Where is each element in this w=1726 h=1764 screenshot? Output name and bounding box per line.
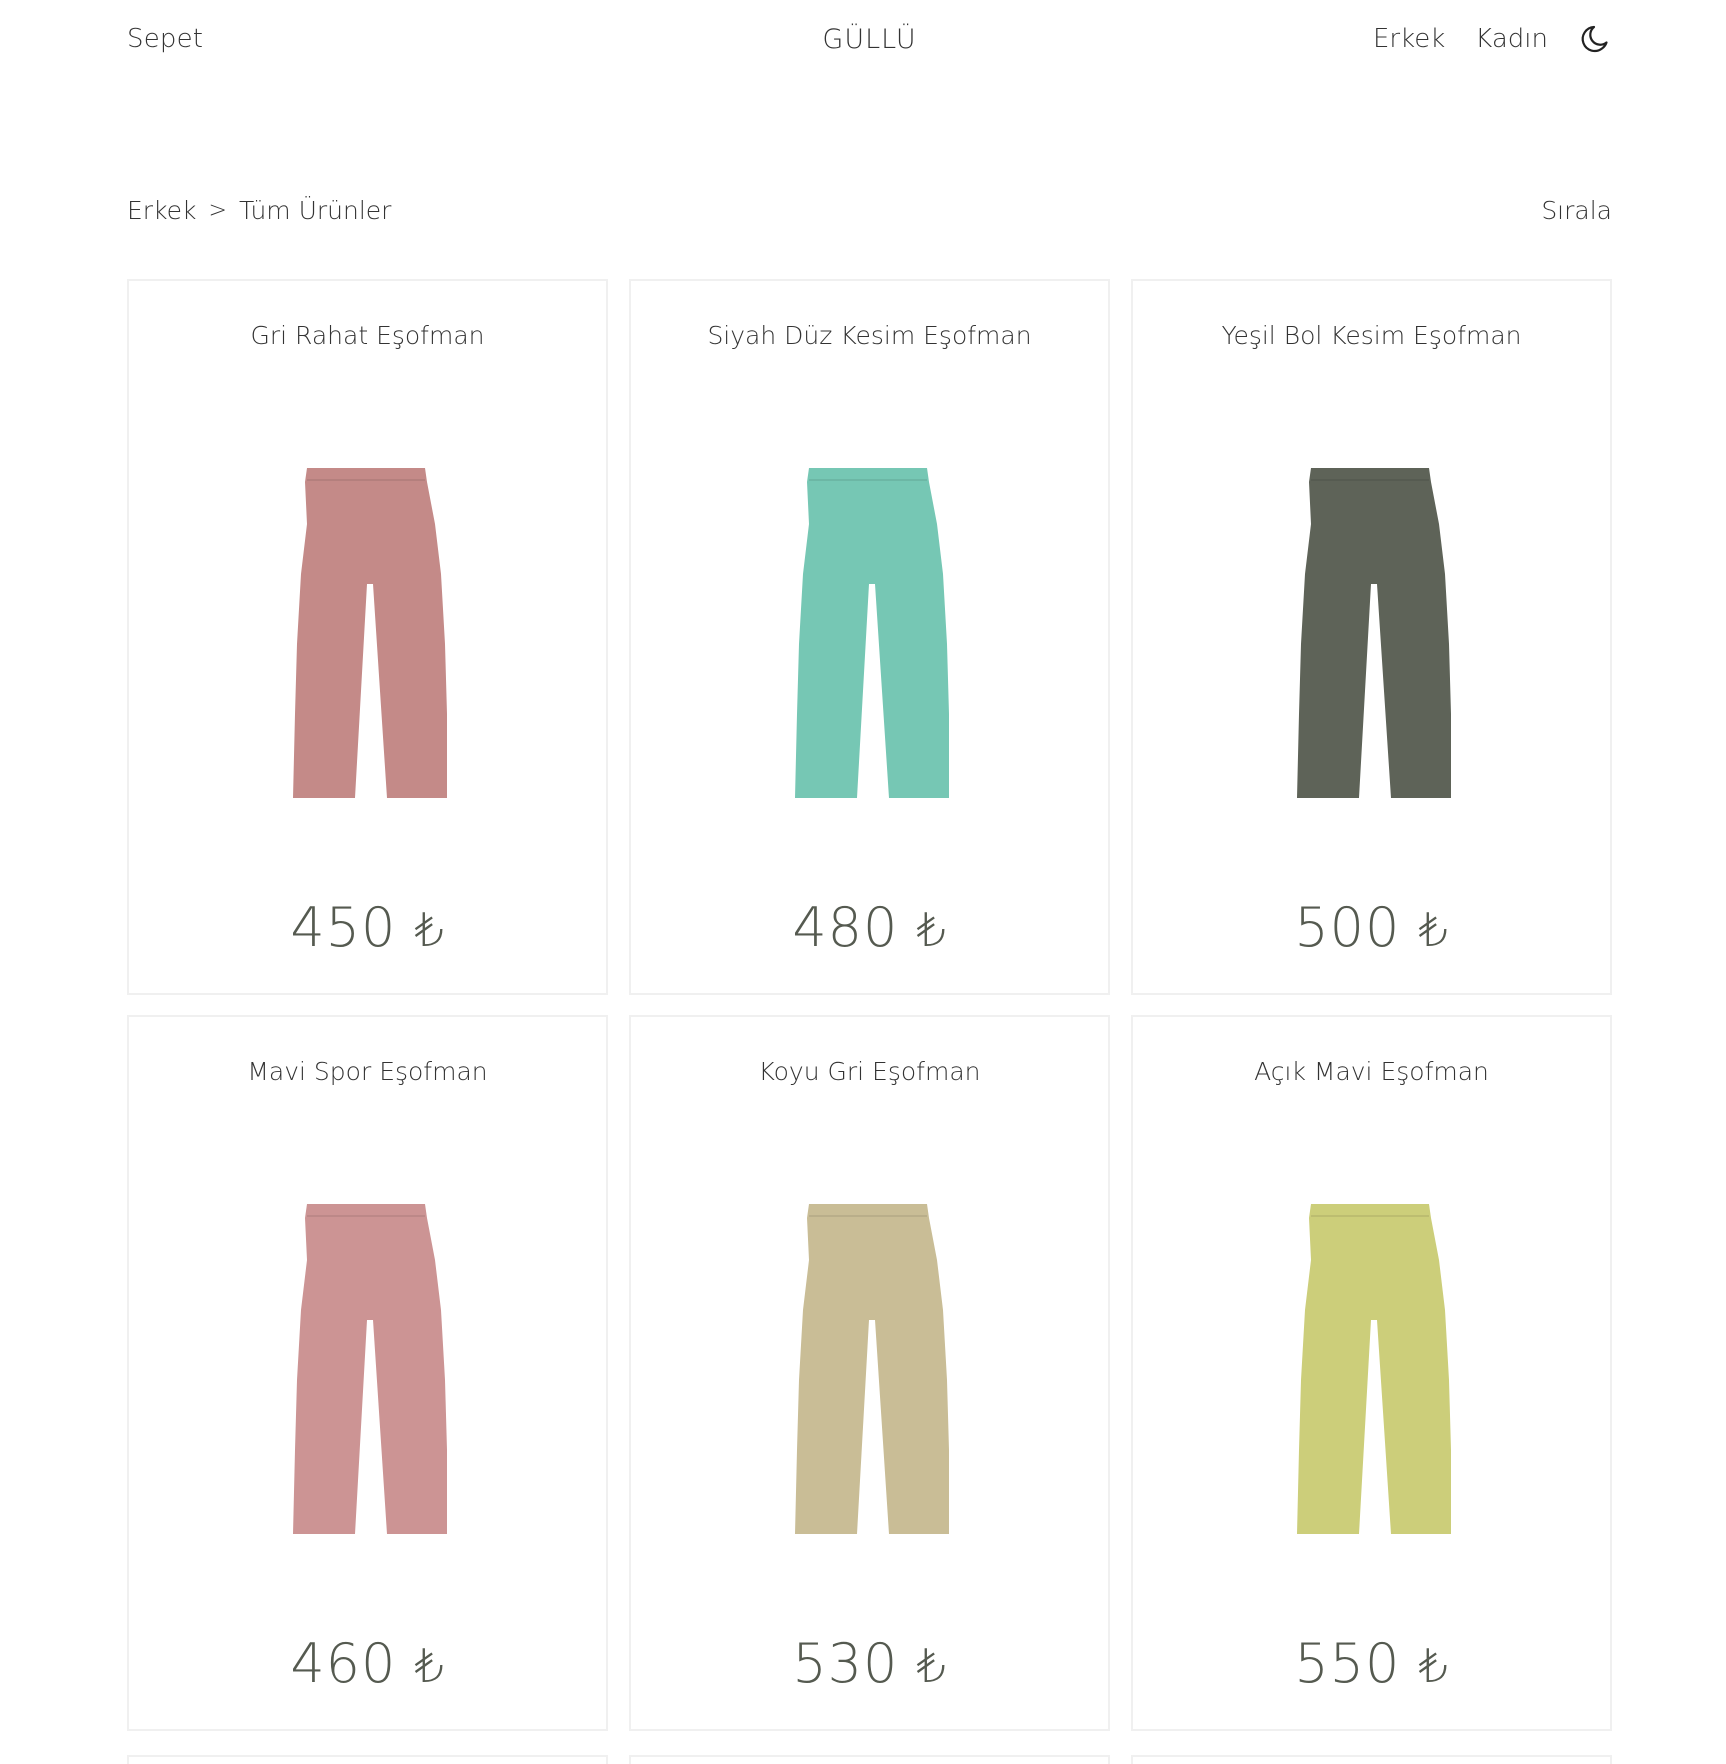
- product-price: 500 ₺: [1133, 896, 1610, 959]
- product-name[interactable]: Siyah Düz Kesim Eşofman: [631, 321, 1108, 350]
- breadcrumb: Erkek > Tüm Ürünler: [127, 196, 391, 225]
- product-image[interactable]: [1133, 464, 1610, 800]
- currency-symbol: ₺: [414, 903, 445, 957]
- product-name[interactable]: Koyu Gri Eşofman: [631, 1057, 1108, 1086]
- price-value: 460: [290, 1632, 397, 1695]
- breadcrumb-item-men[interactable]: Erkek: [127, 196, 197, 225]
- page: Sepet GÜLLÜ Erkek Kadın Erkek > Tüm Ürün…: [0, 0, 1726, 1764]
- product-card-partial[interactable]: [127, 1755, 608, 1764]
- product-price: 450 ₺: [129, 896, 606, 959]
- currency-symbol: ₺: [916, 903, 947, 957]
- currency-symbol: ₺: [414, 1639, 445, 1693]
- breadcrumb-item-all-products[interactable]: Tüm Ürünler: [239, 196, 392, 225]
- listing-toolbar: Erkek > Tüm Ürünler Sırala: [127, 190, 1612, 230]
- product-grid: Gri Rahat Eşofman 450 ₺ Siyah Düz Kesim Eşo…: [127, 279, 1612, 1731]
- product-name[interactable]: Mavi Spor Eşofman: [129, 1057, 606, 1086]
- product-name[interactable]: Açık Mavi Eşofman: [1133, 1057, 1610, 1086]
- product-image[interactable]: [631, 1200, 1108, 1536]
- price-value: 550: [1294, 1632, 1401, 1695]
- price-value: 530: [792, 1632, 899, 1695]
- price-value: 450: [290, 896, 397, 959]
- nav-men[interactable]: Erkek: [1373, 24, 1445, 54]
- breadcrumb-separator: >: [208, 197, 227, 223]
- currency-symbol: ₺: [1418, 1639, 1449, 1693]
- product-name[interactable]: Yeşil Bol Kesim Eşofman: [1133, 321, 1610, 350]
- product-card[interactable]: Siyah Düz Kesim Eşofman 480 ₺: [629, 279, 1110, 995]
- main-nav: Erkek Kadın: [1373, 22, 1612, 56]
- currency-symbol: ₺: [1418, 903, 1449, 957]
- pants-image-icon: [292, 468, 447, 798]
- nav-women[interactable]: Kadın: [1475, 24, 1548, 54]
- price-value: 480: [792, 896, 899, 959]
- product-image[interactable]: [1133, 1200, 1610, 1536]
- pants-image-icon: [1296, 1204, 1451, 1534]
- product-image[interactable]: [129, 464, 606, 800]
- currency-symbol: ₺: [916, 1639, 947, 1693]
- product-price: 550 ₺: [1133, 1632, 1610, 1695]
- product-image[interactable]: [631, 464, 1108, 800]
- product-price: 530 ₺: [631, 1632, 1108, 1695]
- moon-icon[interactable]: [1578, 22, 1612, 56]
- product-name[interactable]: Gri Rahat Eşofman: [129, 321, 606, 350]
- product-card-partial[interactable]: [1131, 1755, 1612, 1764]
- product-card-partial[interactable]: [629, 1755, 1110, 1764]
- top-header: Sepet GÜLLÜ Erkek Kadın: [127, 16, 1612, 62]
- price-value: 500: [1294, 896, 1401, 959]
- cart-link[interactable]: Sepet: [127, 24, 203, 54]
- product-card[interactable]: Yeşil Bol Kesim Eşofman 500 ₺: [1131, 279, 1612, 995]
- pants-image-icon: [292, 1204, 447, 1534]
- pants-image-icon: [794, 468, 949, 798]
- product-price: 480 ₺: [631, 896, 1108, 959]
- product-card[interactable]: Mavi Spor Eşofman 460 ₺: [127, 1015, 608, 1731]
- product-card[interactable]: Gri Rahat Eşofman 450 ₺: [127, 279, 608, 995]
- product-price: 460 ₺: [129, 1632, 606, 1695]
- pants-image-icon: [794, 1204, 949, 1534]
- pants-image-icon: [1296, 468, 1451, 798]
- product-card[interactable]: Açık Mavi Eşofman 550 ₺: [1131, 1015, 1612, 1731]
- product-image[interactable]: [129, 1200, 606, 1536]
- sort-button[interactable]: Sırala: [1541, 196, 1612, 225]
- product-card[interactable]: Koyu Gri Eşofman 530 ₺: [629, 1015, 1110, 1731]
